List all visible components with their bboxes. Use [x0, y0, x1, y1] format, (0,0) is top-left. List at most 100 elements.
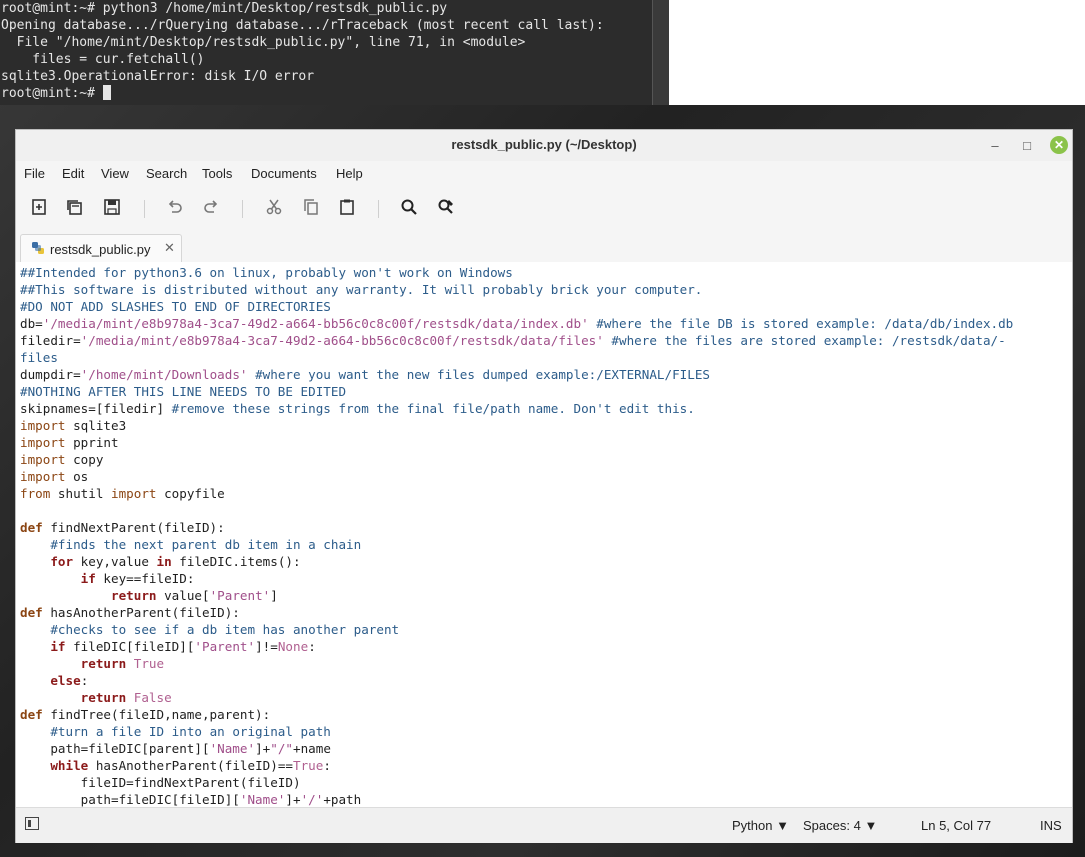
- new-file-icon[interactable]: [28, 198, 50, 220]
- code-editor[interactable]: ##Intended for python3.6 on linux, proba…: [16, 262, 1072, 807]
- code-token: '/': [300, 792, 324, 807]
- code-token: None: [277, 639, 309, 654]
- code-token: +path: [323, 792, 362, 807]
- code-token: sqlite3: [65, 418, 127, 433]
- toolbar-separator: [242, 200, 243, 218]
- code-token: import: [111, 486, 157, 501]
- code-token: db=: [20, 316, 43, 331]
- code-token: in: [156, 554, 172, 569]
- menu-help[interactable]: Help: [336, 166, 363, 181]
- terminal-line: Opening database.../rQuerying database..…: [1, 18, 604, 33]
- redo-icon[interactable]: [200, 198, 222, 220]
- code-token: findTree(fileID,name,parent):: [42, 707, 271, 722]
- open-icon[interactable]: [64, 198, 86, 220]
- minimize-button[interactable]: –: [985, 136, 1005, 156]
- menu-bar: File Edit View Search Tools Documents He…: [16, 161, 1072, 188]
- tab-width-selector[interactable]: Spaces: 4 ▼: [803, 818, 877, 833]
- language-label: Python: [732, 818, 773, 833]
- menu-documents[interactable]: Documents: [251, 166, 317, 181]
- code-token: return: [80, 690, 127, 705]
- maximize-button[interactable]: □: [1017, 136, 1037, 156]
- chevron-down-icon: ▼: [776, 818, 789, 833]
- insert-mode[interactable]: INS: [1040, 818, 1062, 833]
- code-token: fileID=findNextParent(fileID): [20, 775, 301, 790]
- code-token: skipnames=[filedir]: [20, 401, 172, 416]
- close-button[interactable]: ✕: [1050, 136, 1068, 154]
- window-title: restsdk_public.py (~/Desktop): [451, 137, 637, 152]
- menu-search[interactable]: Search: [146, 166, 187, 181]
- paste-icon[interactable]: [336, 198, 358, 220]
- menu-file[interactable]: File: [24, 166, 45, 181]
- code-token: False: [126, 690, 172, 705]
- terminal-line: root@mint:~# python3 /home/mint/Desktop/…: [1, 1, 448, 16]
- code-token: '/media/mint/e8b978a4-3ca7-49d2-a664-bb5…: [42, 316, 589, 331]
- save-icon[interactable]: [101, 198, 123, 220]
- language-selector[interactable]: Python ▼: [732, 818, 789, 833]
- code-token: return: [80, 656, 127, 671]
- code-line: while hasAnotherParent(fileID)==True:: [20, 757, 1013, 774]
- terminal-prompt-line[interactable]: root@mint:~#: [0, 85, 652, 102]
- code-token: :: [80, 673, 89, 688]
- terminal-line: files = cur.fetchall(): [1, 52, 205, 67]
- code-token: os: [65, 469, 89, 484]
- code-token: #DO NOT ADD SLASHES TO END OF DIRECTORIE…: [20, 299, 331, 314]
- code-line: import os: [20, 468, 1013, 485]
- terminal-cursor: [102, 85, 111, 100]
- cursor-position: Ln 5, Col 77: [921, 818, 992, 833]
- code-token: 'Parent': [194, 639, 256, 654]
- code-token: return: [111, 588, 157, 603]
- code-token: def: [20, 707, 43, 722]
- toolbar-separator: [144, 200, 145, 218]
- code-line: for key,value in fileDIC.items():: [20, 553, 1013, 570]
- cut-icon[interactable]: [263, 198, 285, 220]
- code-token: '/media/mint/e8b978a4-3ca7-49d2-a664-bb5…: [80, 333, 604, 348]
- code-token: if: [50, 639, 66, 654]
- code-token: pprint: [65, 435, 119, 450]
- code-token: ##Intended for python3.6 on linux, proba…: [20, 265, 513, 280]
- code-token: import: [20, 435, 66, 450]
- code-line: def hasAnotherParent(fileID):: [20, 604, 1013, 621]
- tab-restsdk-public[interactable]: restsdk_public.py ✕: [20, 234, 182, 262]
- menu-edit[interactable]: Edit: [62, 166, 84, 181]
- code-token: ]+: [285, 792, 301, 807]
- code-token: 'Parent': [209, 588, 271, 603]
- undo-icon[interactable]: [164, 198, 186, 220]
- code-line: #checks to see if a db item has another …: [20, 621, 1013, 638]
- code-line: #turn a file ID into an original path: [20, 723, 1013, 740]
- code-content: ##Intended for python3.6 on linux, proba…: [20, 264, 1013, 807]
- code-token: 'Name': [209, 741, 256, 756]
- menu-tools[interactable]: Tools: [202, 166, 232, 181]
- code-token: +name: [292, 741, 331, 756]
- code-token: if: [80, 571, 96, 586]
- code-line: else:: [20, 672, 1013, 689]
- code-token: files: [20, 350, 58, 365]
- code-line: ##This software is distributed without a…: [20, 281, 1013, 298]
- code-token: fileDIC.items():: [171, 554, 301, 569]
- code-token: def: [20, 605, 43, 620]
- code-line: import sqlite3: [20, 417, 1013, 434]
- copy-icon[interactable]: [300, 198, 322, 220]
- code-line: #NOTHING AFTER THIS LINE NEEDS TO BE EDI…: [20, 383, 1013, 400]
- code-line: fileID=findNextParent(fileID): [20, 774, 1013, 791]
- side-panel-toggle-icon[interactable]: [25, 817, 39, 830]
- find-replace-icon[interactable]: [435, 198, 457, 220]
- code-token: import: [20, 452, 66, 467]
- code-token: #where the files are stored example: /re…: [603, 333, 1006, 348]
- tab-close-icon[interactable]: ✕: [164, 240, 175, 256]
- code-token: key,value: [73, 554, 157, 569]
- code-token: hasAnotherParent(fileID)==: [88, 758, 293, 773]
- code-token: path=fileDIC[parent][: [20, 741, 210, 756]
- code-token: :: [308, 639, 316, 654]
- menu-view[interactable]: View: [101, 166, 129, 181]
- terminal-scrollbar[interactable]: [652, 0, 669, 105]
- code-line: import pprint: [20, 434, 1013, 451]
- code-token: ]+: [255, 741, 271, 756]
- terminal-window[interactable]: root@mint:~# python3 /home/mint/Desktop/…: [0, 0, 652, 105]
- find-icon[interactable]: [398, 198, 420, 220]
- title-bar[interactable]: restsdk_public.py (~/Desktop) – □ ✕: [16, 130, 1072, 161]
- code-line: return True: [20, 655, 1013, 672]
